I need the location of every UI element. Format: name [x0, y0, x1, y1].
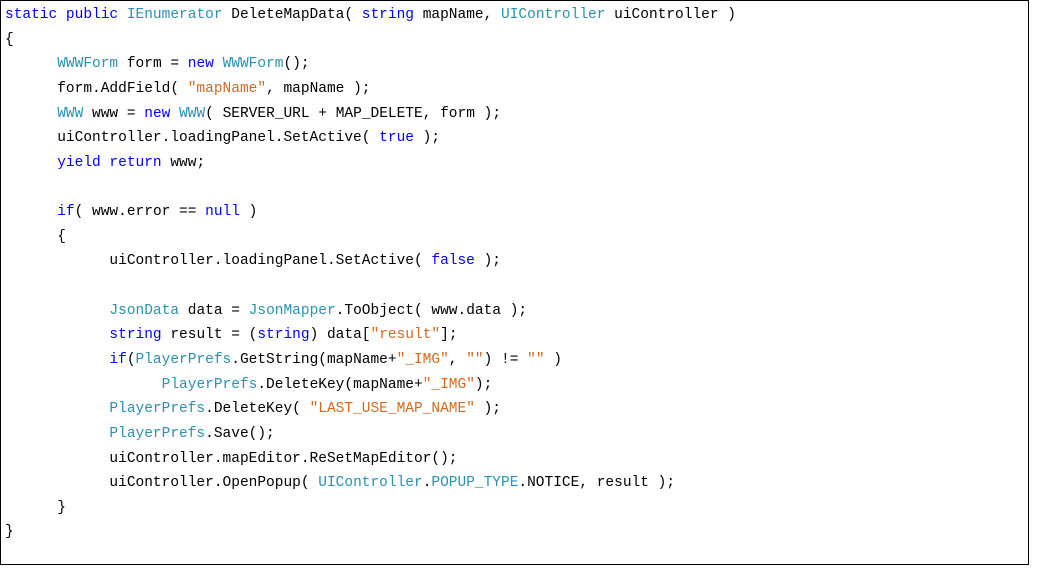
- code-block: static public IEnumerator DeleteMapData(…: [0, 0, 1029, 565]
